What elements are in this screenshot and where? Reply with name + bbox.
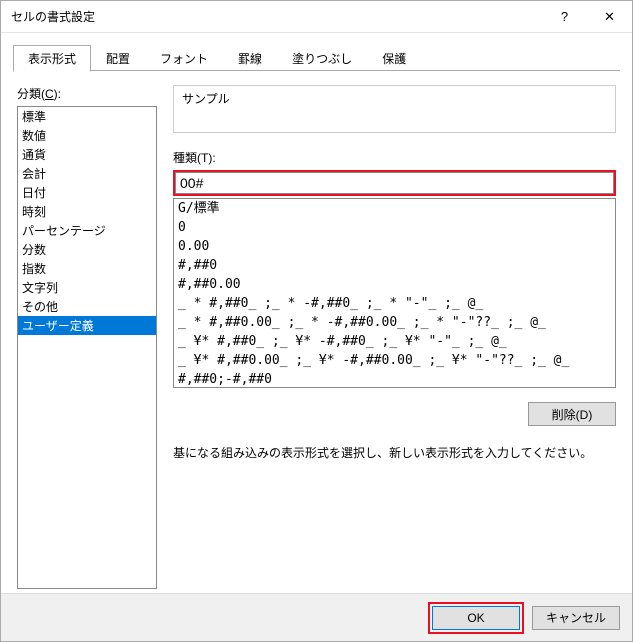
tab-pane: 分類(C): 標準 数値 通貨 会計 日付 時刻 パーセンテージ 分数 指数 文…: [13, 71, 620, 593]
detail-column: サンプル 種類(T): G/標準 0 0.00 #,##0 #,##0.00 _…: [173, 85, 616, 589]
tab-protection[interactable]: 保護: [367, 45, 421, 71]
type-input-highlight: [173, 170, 616, 196]
category-listbox[interactable]: 標準 数値 通貨 会計 日付 時刻 パーセンテージ 分数 指数 文字列 その他 …: [17, 106, 157, 589]
list-item[interactable]: _ * #,##0.00_ ;_ * -#,##0.00_ ;_ * "-"??…: [174, 313, 615, 332]
list-item[interactable]: 日付: [18, 183, 156, 202]
list-item[interactable]: 0.00: [174, 237, 615, 256]
list-item[interactable]: _ ¥* #,##0_ ;_ ¥* -#,##0_ ;_ ¥* "-"_ ;_ …: [174, 332, 615, 351]
tab-alignment[interactable]: 配置: [91, 45, 145, 71]
type-label: 種類(T):: [173, 149, 616, 166]
list-item[interactable]: G/標準: [174, 199, 615, 218]
delete-button[interactable]: 削除(D): [528, 402, 616, 426]
titlebar: セルの書式設定 ? ✕: [1, 1, 632, 33]
list-item[interactable]: 通貨: [18, 145, 156, 164]
list-item[interactable]: 会計: [18, 164, 156, 183]
dialog-window: セルの書式設定 ? ✕ 表示形式 配置 フォント 罫線 塗りつぶし 保護 分類(…: [0, 0, 633, 642]
tab-number-format[interactable]: 表示形式: [13, 45, 91, 72]
list-item[interactable]: 標準: [18, 107, 156, 126]
list-item[interactable]: 文字列: [18, 278, 156, 297]
list-item[interactable]: 指数: [18, 259, 156, 278]
list-item[interactable]: 0: [174, 218, 615, 237]
list-item[interactable]: パーセンテージ: [18, 221, 156, 240]
list-item[interactable]: _ * #,##0_ ;_ * -#,##0_ ;_ * "-"_ ;_ @_: [174, 294, 615, 313]
content-area: 表示形式 配置 フォント 罫線 塗りつぶし 保護 分類(C): 標準 数値 通貨…: [1, 33, 632, 593]
tab-border[interactable]: 罫線: [223, 45, 277, 71]
list-item[interactable]: 数値: [18, 126, 156, 145]
close-button[interactable]: ✕: [587, 2, 632, 32]
cancel-button[interactable]: キャンセル: [532, 606, 620, 630]
tab-font[interactable]: フォント: [145, 45, 223, 71]
window-title: セルの書式設定: [11, 8, 542, 25]
sample-box: サンプル: [173, 85, 616, 133]
category-label: 分類(C):: [17, 85, 157, 102]
sample-label: サンプル: [182, 90, 607, 107]
type-input[interactable]: [175, 172, 614, 194]
tab-strip: 表示形式 配置 フォント 罫線 塗りつぶし 保護: [13, 45, 620, 71]
help-button[interactable]: ?: [542, 2, 587, 32]
tab-fill[interactable]: 塗りつぶし: [277, 45, 367, 71]
list-item[interactable]: 分数: [18, 240, 156, 259]
category-column: 分類(C): 標準 数値 通貨 会計 日付 時刻 パーセンテージ 分数 指数 文…: [17, 85, 157, 589]
format-listbox[interactable]: G/標準 0 0.00 #,##0 #,##0.00 _ * #,##0_ ;_…: [173, 198, 616, 388]
list-item[interactable]: #,##0.00: [174, 275, 615, 294]
delete-row: 削除(D): [173, 402, 616, 426]
hint-text: 基になる組み込みの表示形式を選択し、新しい表示形式を入力してください。: [173, 444, 616, 461]
list-item[interactable]: #,##0: [174, 256, 615, 275]
dialog-footer: OK キャンセル: [1, 593, 632, 641]
list-item[interactable]: その他: [18, 297, 156, 316]
list-item[interactable]: #,##0;-#,##0: [174, 370, 615, 388]
ok-highlight: OK: [428, 602, 524, 634]
list-item[interactable]: _ ¥* #,##0.00_ ;_ ¥* -#,##0.00_ ;_ ¥* "-…: [174, 351, 615, 370]
ok-button[interactable]: OK: [432, 606, 520, 630]
list-item-selected[interactable]: ユーザー定義: [18, 316, 156, 335]
list-item[interactable]: 時刻: [18, 202, 156, 221]
